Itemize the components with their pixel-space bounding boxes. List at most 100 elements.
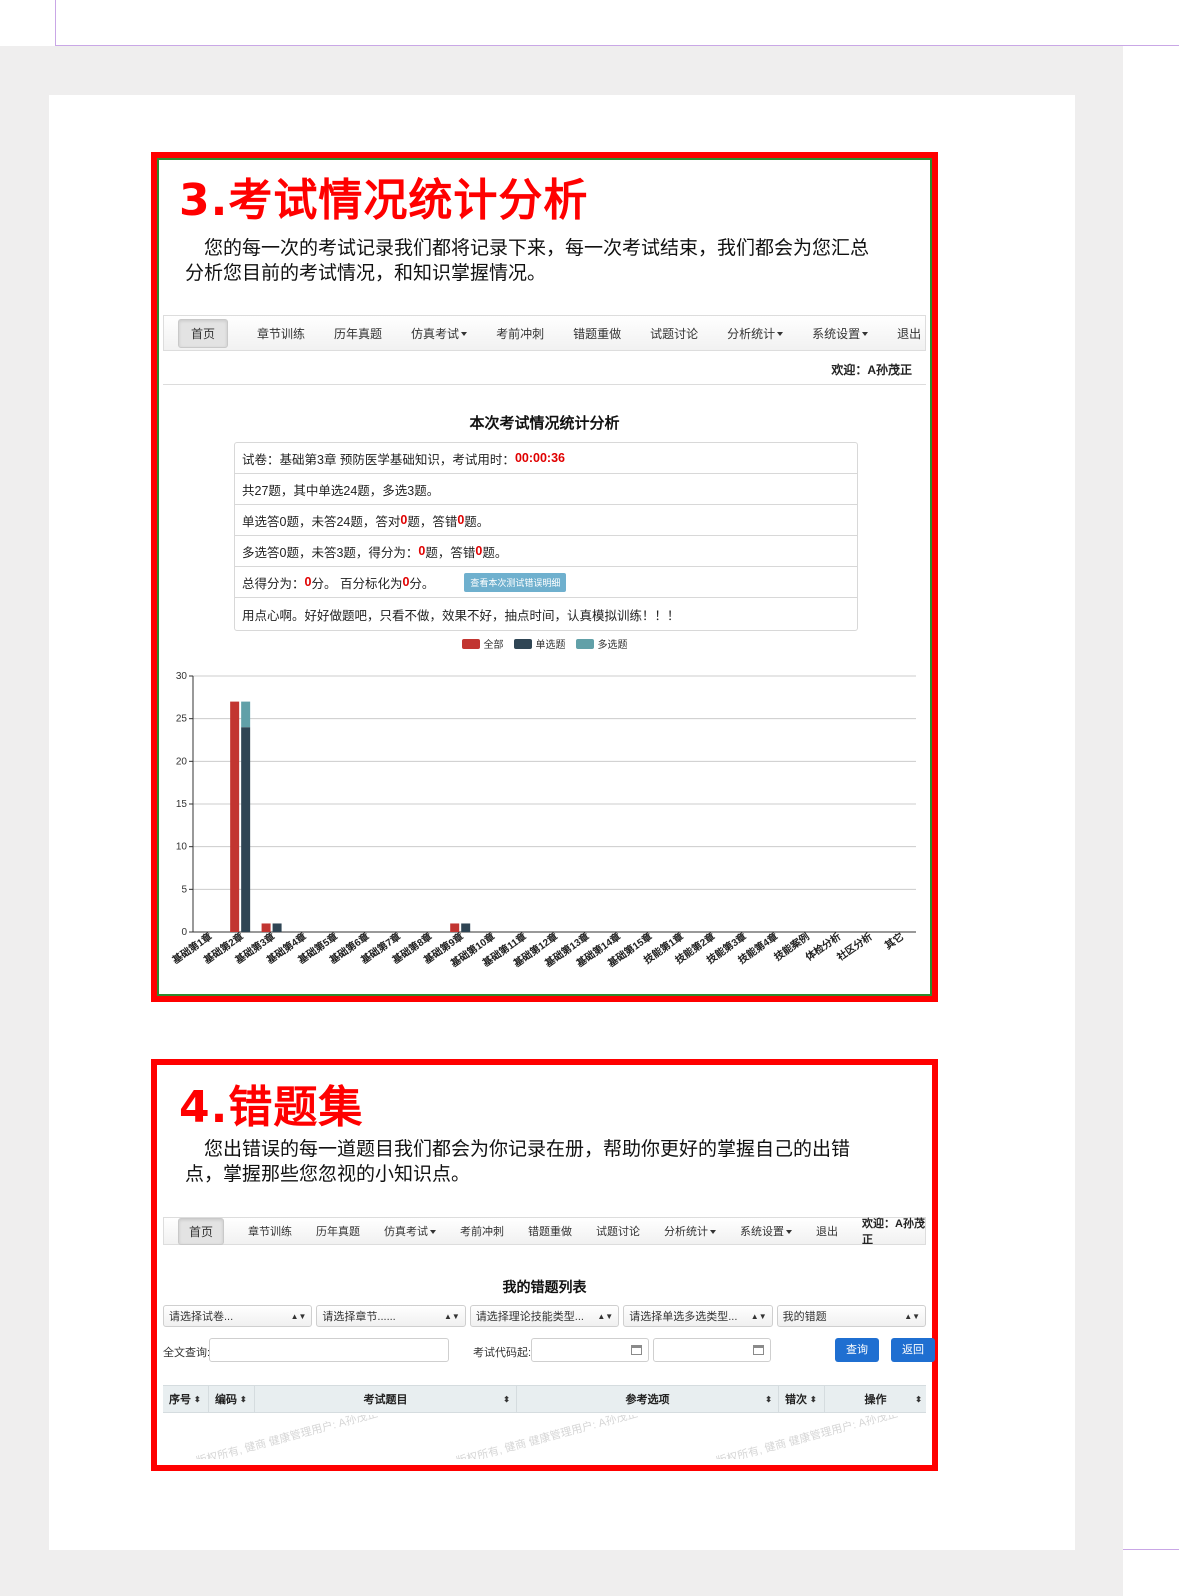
updown-icon: ▲▼ [443, 1311, 460, 1321]
caret-down-icon [786, 1230, 793, 1235]
list-title: 我的错题列表 [502, 1279, 587, 1295]
updown-icon: ▲▼ [904, 1311, 921, 1321]
stats-row-comment: 用点心啊。好好做题吧，只看不做，效果不好，抽点时间，认真模拟训练！！！ [235, 598, 857, 630]
bar-multi [241, 701, 251, 728]
nav-statistics[interactable]: 分析统计 [664, 1223, 717, 1239]
legend-swatch [575, 638, 594, 649]
stats-text: 共27题，其中单选24题，多选3题。 [242, 483, 440, 498]
legend-item-single[interactable]: 单选题 [513, 636, 566, 651]
watermark: 版权所有, 健商 健康管理用户: A孙茂正 [194, 1415, 380, 1459]
select-value: 请选择章节...... [322, 1311, 396, 1323]
select-value: 请选择单选多选类型... [629, 1311, 738, 1323]
nav-chapter-training[interactable]: 章节训练 [248, 1223, 292, 1239]
stats-text: 试卷：基础第3章 预防医学基础知识，考试用时： [242, 452, 515, 467]
view-error-details-button[interactable]: 查看本次测试错误明细 [464, 572, 567, 592]
col-wrong-count[interactable]: 错次 ⬍ [779, 1386, 825, 1412]
bar-single [241, 727, 251, 932]
col-label: 序号 [169, 1394, 191, 1406]
nav-past-exams[interactable]: 历年真题 [334, 325, 382, 342]
stats-table: 试卷：基础第3章 预防医学基础知识，考试用时： 00:00:36 共27题，其中单… [234, 442, 858, 631]
section-description: 您出错误的每一道题目我们都会为你记录在册，帮助你更好的掌握自己的出错点，掌握那些… [185, 1138, 851, 1185]
nav-settings[interactable]: 系统设置 [812, 325, 869, 342]
wrong-scope-select[interactable]: 我的错题 ▲▼ [776, 1305, 927, 1327]
nav-redo-wrong[interactable]: 错题重做 [528, 1223, 572, 1239]
date-to-input[interactable] [653, 1338, 771, 1362]
nav-sprint[interactable]: 考前冲刺 [496, 325, 544, 342]
y-tick-label: 0 [181, 927, 187, 938]
y-tick-label: 15 [176, 799, 188, 810]
nav-home[interactable]: 首页 [178, 1217, 225, 1245]
col-index[interactable]: 序号 ⬍ [163, 1386, 209, 1412]
paper-select[interactable]: 请选择试卷... ▲▼ [163, 1305, 313, 1327]
back-button[interactable]: 返回 [891, 1338, 935, 1362]
sort-icon: ⬍ [240, 1394, 247, 1404]
nav-label: 分析统计 [664, 1226, 709, 1238]
decor-line [1123, 46, 1179, 1550]
y-tick-label: 30 [176, 671, 188, 682]
bar-all [230, 701, 240, 932]
updown-icon: ▲▼ [750, 1311, 767, 1321]
welcome-text: 欢迎：A孙茂正 [862, 1218, 925, 1246]
question-type-select[interactable]: 请选择单选多选类型... ▲▼ [623, 1305, 773, 1327]
filter-row: 请选择试卷... ▲▼ 请选择章节...... ▲▼ 请选择理论技能类型... ▲▼ … [163, 1305, 927, 1327]
search-button[interactable]: 查询 [835, 1338, 879, 1362]
nav-home[interactable]: 首页 [178, 318, 229, 348]
legend-item-multi[interactable]: 多选题 [575, 636, 628, 651]
col-label: 编码 [215, 1394, 237, 1406]
nav-discussion[interactable]: 试题讨论 [596, 1223, 640, 1239]
stats-value: 0 [400, 513, 408, 527]
stats-value: 0 [457, 513, 465, 527]
col-code[interactable]: 编码 ⬍ [209, 1386, 255, 1412]
nav-chapter-training[interactable]: 章节训练 [257, 325, 305, 342]
stats-row-total: 共27题，其中单选24题，多选3题。 [235, 474, 857, 505]
stats-title: 本次考试情况统计分析 [469, 415, 620, 432]
select-value: 我的错题 [782, 1311, 827, 1323]
nav-statistics[interactable]: 分析统计 [727, 325, 784, 342]
nav-past-exams[interactable]: 历年真题 [316, 1223, 360, 1239]
nav-discussion[interactable]: 试题讨论 [650, 325, 698, 342]
fulltext-input[interactable] [209, 1338, 449, 1362]
stats-text: 题。 [464, 514, 490, 529]
theory-skill-select[interactable]: 请选择理论技能类型... ▲▼ [469, 1305, 620, 1327]
nav-mock-exam[interactable]: 仿真考试 [384, 1223, 437, 1239]
calendar-icon [753, 1345, 764, 1355]
section-exam-analysis: 3.考试情况统计分析 您的每一次的考试记录我们都将记录下来，每一次考试结束，我们… [151, 152, 938, 1002]
y-tick-label: 25 [176, 714, 188, 725]
bar-single [272, 923, 282, 932]
col-question[interactable]: 考试题目 ⬍ [255, 1386, 517, 1412]
chapter-select[interactable]: 请选择章节...... ▲▼ [316, 1305, 466, 1327]
decor-line [55, 0, 1179, 46]
date-from-input[interactable] [531, 1338, 649, 1362]
nav-logout[interactable]: 退出 [897, 325, 921, 342]
legend-item-all[interactable]: 全部 [461, 636, 504, 651]
stats-value: 0 [418, 544, 426, 558]
sort-icon: ⬍ [503, 1394, 510, 1404]
stats-text: 分。 百分标化为 [311, 576, 403, 591]
nav-logout[interactable]: 退出 [816, 1223, 838, 1239]
chart-legend: 全部 单选题 多选题 [157, 636, 932, 651]
legend-label: 全部 [483, 640, 504, 651]
stats-value: 0 [402, 575, 410, 589]
x-tick-label: 社区分析 [834, 930, 875, 964]
col-options[interactable]: 参考选项 ⬍ [517, 1386, 779, 1412]
col-label: 考试题目 [363, 1394, 408, 1406]
nav-sprint[interactable]: 考前冲刺 [460, 1223, 504, 1239]
x-tick-label: 其它 [882, 930, 906, 952]
stats-value: 0 [304, 575, 312, 589]
calendar-icon [631, 1345, 642, 1355]
nav-redo-wrong[interactable]: 错题重做 [573, 325, 621, 342]
col-label: 参考选项 [625, 1394, 670, 1406]
page: 3.考试情况统计分析 您的每一次的考试记录我们都将记录下来，每一次考试结束，我们… [0, 0, 1179, 1596]
nav-mock-exam[interactable]: 仿真考试 [411, 325, 468, 342]
y-tick-label: 20 [176, 756, 188, 767]
stats-text: 分。 [409, 576, 435, 591]
stats-text: 多选答0题，未答3题，得分为： [242, 545, 419, 560]
col-action[interactable]: 操作 ⬍ [825, 1386, 926, 1412]
stats-text: 单选答0题，未答24题，答对 [242, 514, 401, 529]
top-nav: 首页 章节训练 历年真题 仿真考试 考前冲刺 错题重做 试题讨论 分析统计 系统… [163, 315, 926, 351]
section-description: 您的每一次的考试记录我们都将记录下来，每一次考试结束，我们都会为您汇总分析您目前… [185, 237, 870, 284]
nav-settings[interactable]: 系统设置 [740, 1223, 793, 1239]
nav-label: 系统设置 [740, 1226, 785, 1238]
col-label: 操作 [864, 1394, 887, 1406]
stats-row-single: 单选答0题，未答24题，答对 0 题，答错 0 题。 [235, 505, 857, 536]
